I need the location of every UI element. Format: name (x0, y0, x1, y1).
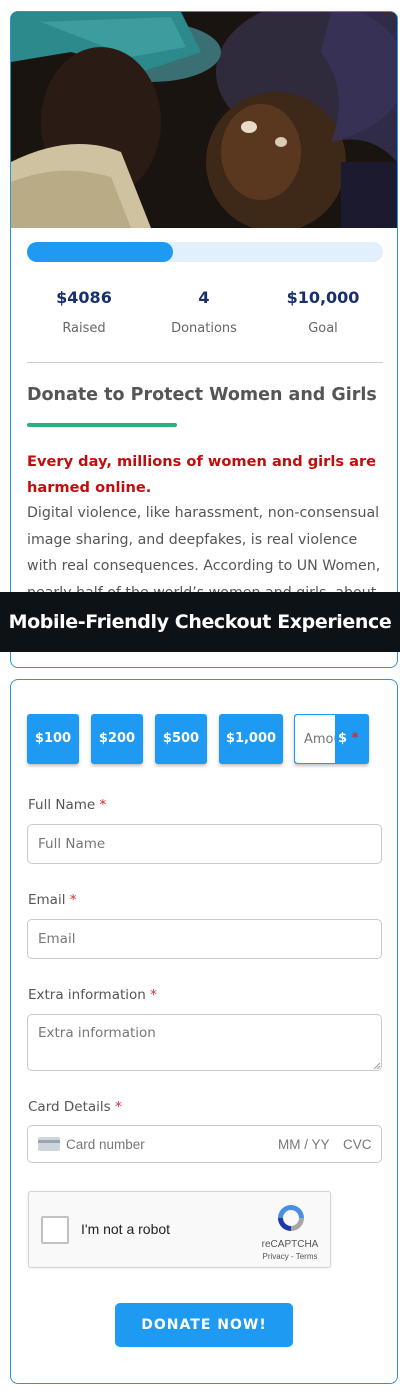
campaign-description: Digital violence, like harassment, non-c… (27, 505, 381, 596)
donation-progress-fill (27, 242, 173, 262)
required-mark: * (150, 987, 157, 1003)
feature-banner: Mobile-Friendly Checkout Experience (0, 592, 400, 652)
resize-grip-icon[interactable] (373, 1062, 381, 1070)
amount-button-1000[interactable]: $1,000 (219, 714, 283, 764)
custom-amount-group: $ * (294, 714, 369, 764)
full-name-input[interactable] (27, 824, 382, 864)
recaptcha-widget: I'm not a robot reCAPTCHA Privacy - Term… (28, 1191, 331, 1268)
custom-amount-input[interactable] (295, 715, 335, 763)
stat-value: 4 (198, 288, 210, 307)
hero-photo-illustration (11, 12, 397, 228)
required-mark: * (351, 731, 359, 746)
stat-goal: $10,000 Goal (263, 288, 383, 336)
email-label: Email * (28, 892, 77, 908)
email-input[interactable] (27, 919, 382, 959)
recaptcha-label: I'm not a robot (81, 1221, 171, 1237)
currency-symbol: $ (338, 731, 348, 746)
full-name-label: Full Name * (28, 797, 106, 813)
recaptcha-checkbox[interactable] (41, 1216, 69, 1244)
title-underline (27, 423, 177, 427)
campaign-card: $4086 Raised 4 Donations $10,000 Goal Do… (10, 11, 398, 668)
card-expiry-placeholder[interactable]: MM / YY (278, 1126, 330, 1164)
campaign-lead-text: Every day, millions of women and girls a… (27, 453, 377, 496)
currency-label: $ * (338, 714, 358, 764)
stat-donations: 4 Donations (144, 288, 264, 336)
amount-button-100[interactable]: $100 (27, 714, 79, 764)
card-cvc-placeholder[interactable]: CVC (343, 1126, 372, 1164)
extra-info-label: Extra information * (28, 987, 157, 1003)
card-details-label-text: Card Details (28, 1099, 111, 1115)
required-mark: * (69, 892, 77, 908)
email-label-text: Email (28, 892, 66, 908)
extra-info-label-text: Extra information (28, 987, 146, 1003)
required-mark: * (114, 1099, 122, 1115)
stat-value: $10,000 (286, 288, 360, 307)
divider (27, 362, 383, 363)
recaptcha-privacy-terms-link[interactable]: Privacy - Terms (257, 1252, 323, 1261)
amount-button-200[interactable]: $200 (91, 714, 143, 764)
stat-label: Donations (171, 321, 237, 336)
full-name-label-text: Full Name (28, 797, 96, 813)
stat-value: $4086 (56, 288, 112, 307)
card-number-placeholder[interactable]: Card number (66, 1126, 145, 1164)
stat-label: Goal (308, 321, 338, 336)
donation-progress-bar (27, 242, 383, 262)
stat-label: Raised (62, 321, 106, 336)
card-details-label: Card Details * (28, 1099, 122, 1115)
donate-now-button[interactable]: DONATE NOW! (115, 1303, 293, 1347)
recaptcha-brand: reCAPTCHA (261, 1239, 319, 1250)
required-mark: * (99, 797, 107, 813)
recaptcha-logo-icon (278, 1205, 304, 1231)
campaign-hero-image (11, 12, 397, 228)
campaign-title: Donate to Protect Women and Girls (27, 385, 377, 405)
extra-info-textarea[interactable] (27, 1014, 382, 1071)
credit-card-icon (38, 1137, 60, 1151)
stat-raised: $4086 Raised (24, 288, 144, 336)
amount-button-500[interactable]: $500 (155, 714, 207, 764)
donation-form-card: $100 $200 $500 $1,000 $ * Full Name * Em… (10, 679, 398, 1384)
card-details-input[interactable]: Card number MM / YY CVC (27, 1125, 382, 1163)
